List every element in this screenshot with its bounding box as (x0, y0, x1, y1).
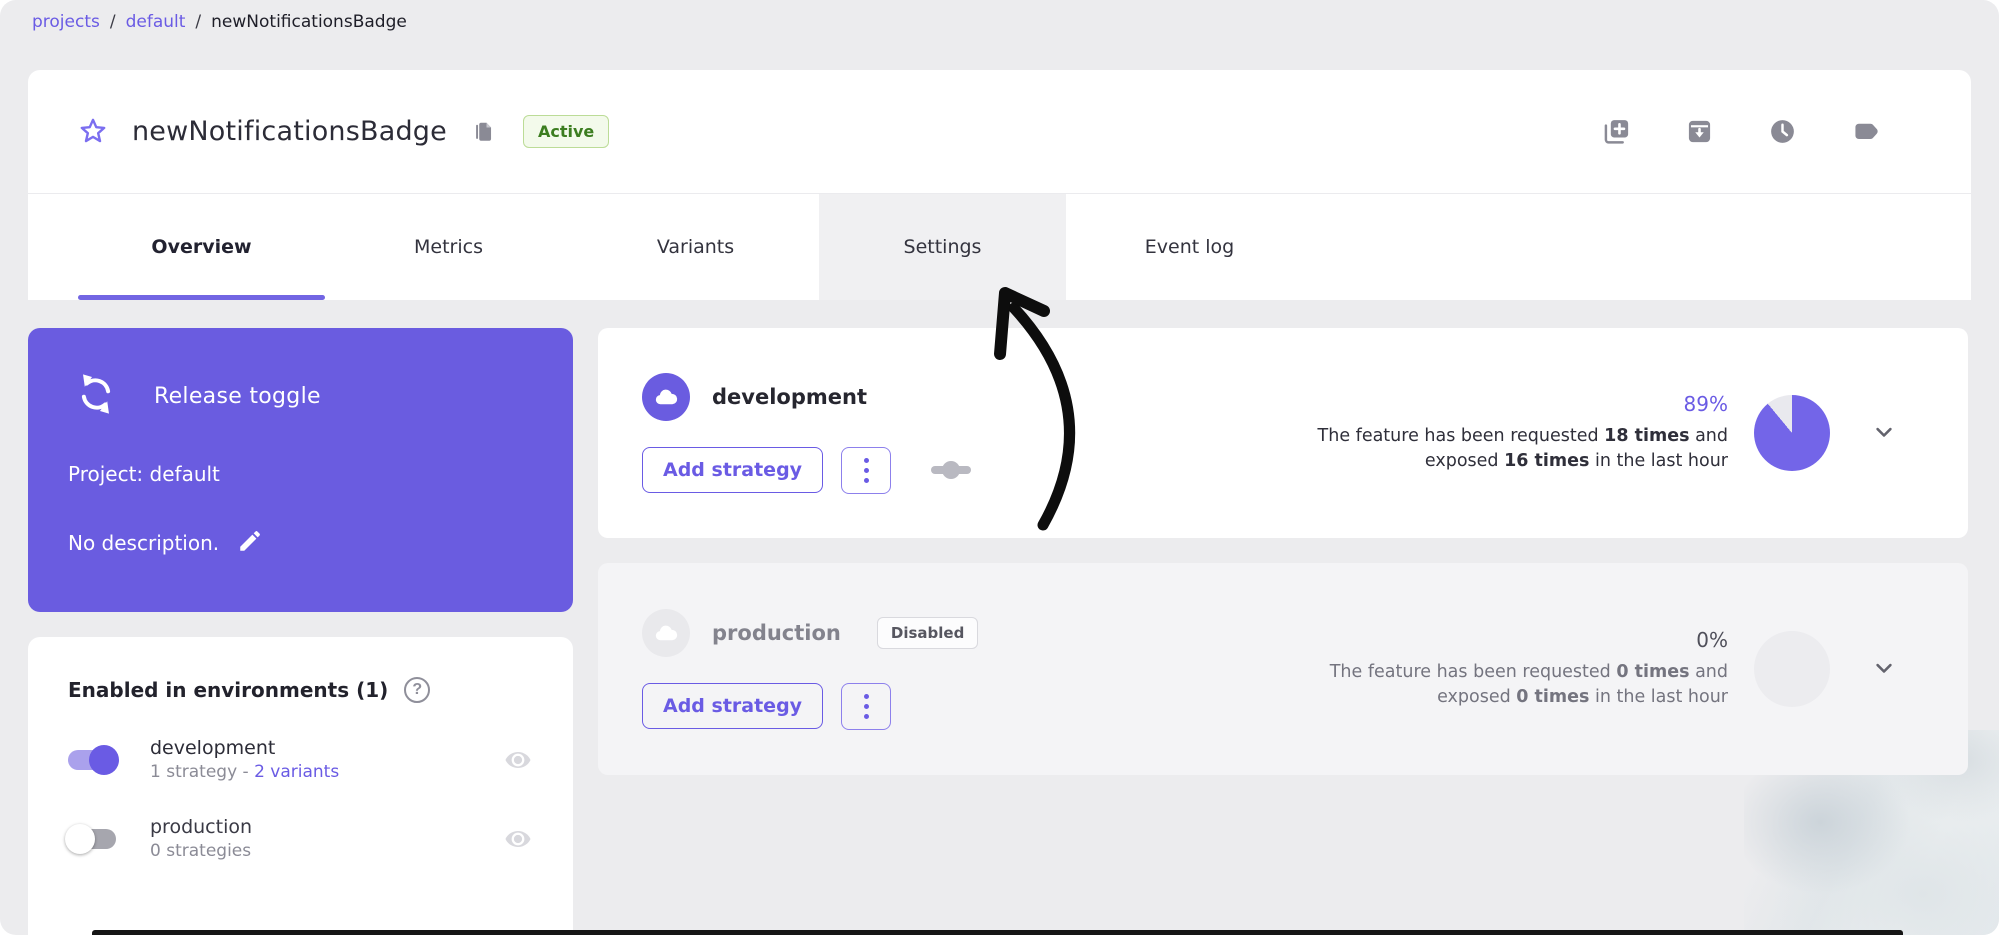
add-strategy-button[interactable]: Add strategy (642, 683, 823, 729)
add-strategy-button[interactable]: Add strategy (642, 447, 823, 493)
chevron-down-icon[interactable] (1870, 654, 1898, 685)
release-toggle-icon (74, 372, 118, 420)
tabs: Overview Metrics Variants Settings Event… (28, 193, 1971, 300)
tab-metrics[interactable]: Metrics (325, 194, 572, 300)
more-options-button[interactable] (841, 447, 891, 494)
metrics-summary: The feature has been requested 18 times … (1294, 424, 1728, 474)
toggle-type-card: Release toggle Project: default No descr… (28, 328, 573, 612)
feature-title-row: newNotificationsBadge Active (28, 70, 1971, 193)
window-edge (92, 930, 1903, 935)
development-env-detail: 1 strategy - 2 variants (150, 762, 339, 782)
env-row-development: development 1 strategy - 2 variants (28, 737, 573, 782)
breadcrumb-link-projects[interactable]: projects (32, 12, 100, 32)
tab-event-log[interactable]: Event log (1066, 194, 1313, 300)
production-toggle[interactable] (68, 829, 116, 849)
toggle-project-line: Project: default (28, 462, 573, 486)
breadcrumb: projects / default / newNotificationsBad… (32, 12, 407, 32)
tab-overview[interactable]: Overview (78, 194, 325, 300)
toggle-project-label: Project: default (68, 462, 220, 486)
more-options-button[interactable] (841, 683, 891, 730)
production-env-label: production (150, 816, 252, 838)
tab-metrics-label: Metrics (414, 236, 483, 258)
breadcrumb-current: newNotificationsBadge (211, 12, 407, 32)
cloud-icon (642, 373, 690, 421)
metrics-summary: The feature has been requested 0 times a… (1294, 660, 1728, 710)
edit-description-icon[interactable] (237, 528, 263, 557)
breadcrumb-link-project[interactable]: default (126, 12, 186, 32)
breadcrumb-separator: / (110, 12, 116, 32)
exposure-percent: 89% (1294, 392, 1728, 416)
tab-event-log-label: Event log (1145, 236, 1234, 258)
breadcrumb-separator: / (195, 12, 201, 32)
strategy-count-label: 0 strategies (150, 841, 251, 861)
production-env-detail: 0 strategies (150, 841, 252, 861)
metrics-pie-chart (1754, 395, 1830, 471)
environment-name: production (712, 621, 841, 645)
rollout-strategy-icon (931, 460, 971, 480)
environment-name: development (712, 385, 867, 409)
toggle-description-label: No description. (68, 531, 219, 555)
archive-icon[interactable] (1680, 112, 1719, 151)
tab-settings[interactable]: Settings (819, 194, 1066, 300)
toggle-type-title: Release toggle (154, 384, 321, 409)
environments-summary-card: Enabled in environments (1) ? developmen… (28, 637, 573, 935)
status-badge: Active (523, 115, 609, 148)
environments-summary-title: Enabled in environments (1) (68, 678, 388, 702)
page-title: newNotificationsBadge (132, 116, 447, 147)
history-icon[interactable] (1763, 112, 1802, 151)
chevron-down-icon[interactable] (1870, 418, 1898, 449)
exposure-percent: 0% (1294, 628, 1728, 652)
strategy-count-label: 1 strategy - (150, 762, 254, 782)
tab-variants-label: Variants (657, 236, 734, 258)
tab-settings-label: Settings (904, 236, 982, 258)
tab-overview-label: Overview (151, 236, 251, 258)
feature-header-card: newNotificationsBadge Active (28, 70, 1971, 300)
visibility-icon[interactable] (499, 820, 537, 858)
toggle-description-line: No description. (28, 528, 573, 557)
development-env-label: development (150, 737, 339, 759)
visibility-icon[interactable] (499, 741, 537, 779)
tag-icon[interactable] (1846, 112, 1885, 151)
development-toggle[interactable] (68, 750, 116, 770)
help-icon[interactable]: ? (404, 677, 430, 703)
unleash-feature-page: projects / default / newNotificationsBad… (0, 0, 1999, 935)
metrics-pie-chart (1754, 631, 1830, 707)
disabled-badge: Disabled (877, 617, 978, 649)
development-environment-card: development Add strategy 89% The feature… (598, 328, 1968, 538)
copy-name-icon[interactable] (467, 115, 501, 149)
tab-variants[interactable]: Variants (572, 194, 819, 300)
production-environment-card: production Disabled Add strategy 0% The … (598, 563, 1968, 775)
active-tab-indicator (78, 295, 325, 300)
env-row-production: production 0 strategies (28, 816, 573, 861)
copy-feature-icon[interactable] (1597, 112, 1636, 151)
cloud-icon (642, 609, 690, 657)
variants-link[interactable]: 2 variants (254, 762, 339, 782)
favorite-star-icon[interactable] (72, 111, 114, 153)
header-actions (1597, 112, 1927, 151)
